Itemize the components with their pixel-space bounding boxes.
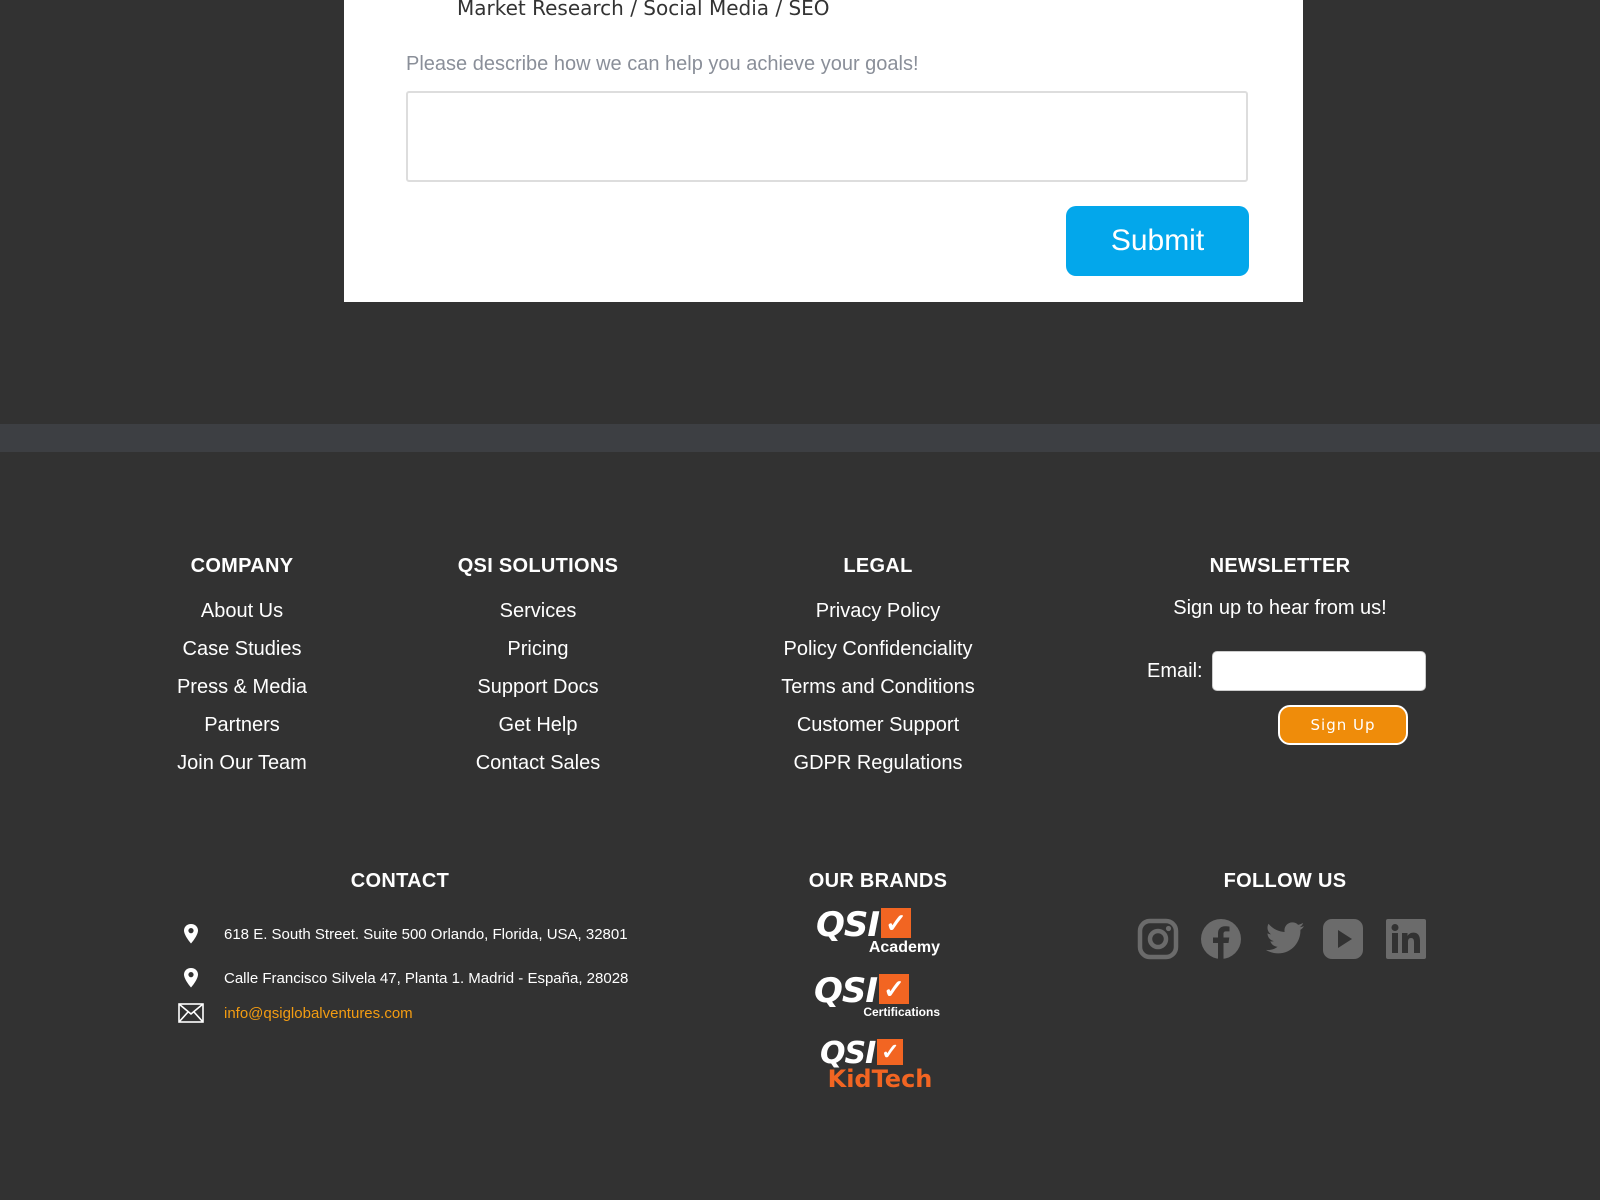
legal-links: Privacy Policy Policy Confidenciality Te… bbox=[758, 592, 998, 782]
newsletter-heading: NEWSLETTER bbox=[1209, 555, 1351, 577]
footer-link[interactable]: Customer Support bbox=[758, 706, 998, 744]
link-gdpr-regulations[interactable]: GDPR Regulations bbox=[794, 752, 963, 774]
footer-link[interactable]: Pricing bbox=[438, 630, 638, 668]
link-case-studies[interactable]: Case Studies bbox=[183, 638, 302, 660]
brand-logo-qsi-academy[interactable]: QSI ✓ Academy bbox=[816, 908, 940, 956]
link-contact-sales[interactable]: Contact Sales bbox=[476, 752, 601, 774]
instagram-icon[interactable] bbox=[1137, 918, 1179, 960]
link-services[interactable]: Services bbox=[500, 600, 577, 622]
footer-link[interactable]: Contact Sales bbox=[438, 744, 638, 782]
link-press-media[interactable]: Press & Media bbox=[177, 676, 307, 698]
footer-column-solutions: QSI SOLUTIONS Services Pricing Support D… bbox=[438, 554, 638, 782]
link-customer-support[interactable]: Customer Support bbox=[797, 714, 959, 736]
youtube-icon[interactable] bbox=[1322, 918, 1364, 960]
contact-address-madrid: Calle Francisco Silvela 47, Planta 1. Ma… bbox=[178, 966, 628, 990]
facebook-icon[interactable] bbox=[1200, 918, 1242, 960]
footer-link[interactable]: Support Docs bbox=[438, 668, 638, 706]
contact-form-card: Market Research / Social Media / SEO Ple… bbox=[344, 0, 1303, 302]
link-get-help[interactable]: Get Help bbox=[499, 714, 578, 736]
brand-mark: QSI bbox=[814, 971, 878, 1011]
solutions-heading: QSI SOLUTIONS bbox=[457, 555, 619, 577]
link-policy-confidenciality[interactable]: Policy Confidenciality bbox=[784, 638, 973, 660]
checkmark-icon: ✓ bbox=[881, 908, 912, 938]
address-orlando: 618 E. South Street. Suite 500 Orlando, … bbox=[224, 925, 628, 943]
footer-link[interactable]: Partners bbox=[162, 706, 322, 744]
footer-link[interactable]: GDPR Regulations bbox=[758, 744, 998, 782]
link-support-docs[interactable]: Support Docs bbox=[477, 676, 598, 698]
checkmark-icon: ✓ bbox=[877, 1039, 904, 1065]
link-about-us[interactable]: About Us bbox=[201, 600, 283, 622]
contact-address-orlando: 618 E. South Street. Suite 500 Orlando, … bbox=[178, 922, 628, 946]
goals-textarea[interactable] bbox=[406, 91, 1248, 182]
company-heading: COMPANY bbox=[190, 555, 294, 577]
brands-heading: OUR BRANDS bbox=[808, 870, 948, 892]
envelope-icon bbox=[178, 1001, 204, 1025]
newsletter-email-input[interactable] bbox=[1212, 651, 1426, 691]
link-terms-conditions[interactable]: Terms and Conditions bbox=[781, 676, 974, 698]
footer-link[interactable]: Terms and Conditions bbox=[758, 668, 998, 706]
service-option-label[interactable]: Market Research / Social Media / SEO bbox=[457, 0, 830, 20]
footer-link[interactable]: About Us bbox=[162, 592, 322, 630]
footer-link[interactable]: Get Help bbox=[438, 706, 638, 744]
footer-link[interactable]: Policy Confidenciality bbox=[758, 630, 998, 668]
address-madrid: Calle Francisco Silvela 47, Planta 1. Ma… bbox=[224, 969, 629, 987]
newsletter-subtitle: Sign up to hear from us! bbox=[1173, 597, 1387, 619]
brand-logo-qsi-kidtech[interactable]: QSI ✓ KidTech bbox=[820, 1039, 940, 1093]
footer-column-company: COMPANY About Us Case Studies Press & Me… bbox=[162, 554, 322, 782]
company-links: About Us Case Studies Press & Media Part… bbox=[162, 592, 322, 782]
footer-column-newsletter: NEWSLETTER Sign up to hear from us! bbox=[1130, 554, 1430, 620]
map-pin-icon bbox=[178, 922, 204, 946]
linkedin-icon[interactable] bbox=[1385, 918, 1427, 960]
link-pricing[interactable]: Pricing bbox=[507, 638, 568, 660]
link-partners[interactable]: Partners bbox=[204, 714, 280, 736]
goals-label: Please describe how we can help you achi… bbox=[406, 53, 919, 75]
footer-divider-band bbox=[0, 424, 1600, 452]
brand-sub-kidtech: KidTech bbox=[827, 1065, 933, 1093]
contact-email: info@qsiglobalventures.com bbox=[178, 1001, 413, 1025]
submit-button[interactable]: Submit bbox=[1066, 206, 1249, 276]
newsletter-email-label: Email: bbox=[1147, 660, 1203, 682]
solutions-links: Services Pricing Support Docs Get Help C… bbox=[438, 592, 638, 782]
footer-link[interactable]: Case Studies bbox=[162, 630, 322, 668]
footer-column-legal: LEGAL Privacy Policy Policy Confidencial… bbox=[758, 554, 998, 782]
footer-link[interactable]: Privacy Policy bbox=[758, 592, 998, 630]
footer-link[interactable]: Services bbox=[438, 592, 638, 630]
twitter-icon[interactable] bbox=[1264, 918, 1306, 960]
footer-link[interactable]: Press & Media bbox=[162, 668, 322, 706]
brand-logo-qsi-certifications[interactable]: QSI ✓ Certifications bbox=[814, 974, 940, 1019]
follow-heading: FOLLOW US bbox=[1223, 870, 1347, 892]
link-join-our-team[interactable]: Join Our Team bbox=[177, 752, 307, 774]
footer-link[interactable]: Join Our Team bbox=[162, 744, 322, 782]
map-pin-icon bbox=[178, 966, 204, 990]
legal-heading: LEGAL bbox=[843, 555, 913, 577]
signup-button[interactable]: Sign Up bbox=[1278, 705, 1408, 745]
brand-mark: QSI bbox=[816, 905, 880, 945]
contact-heading: CONTACT bbox=[350, 870, 450, 892]
email-link[interactable]: info@qsiglobalventures.com bbox=[224, 1005, 413, 1022]
checkmark-icon: ✓ bbox=[879, 974, 910, 1004]
link-privacy-policy[interactable]: Privacy Policy bbox=[816, 600, 940, 622]
